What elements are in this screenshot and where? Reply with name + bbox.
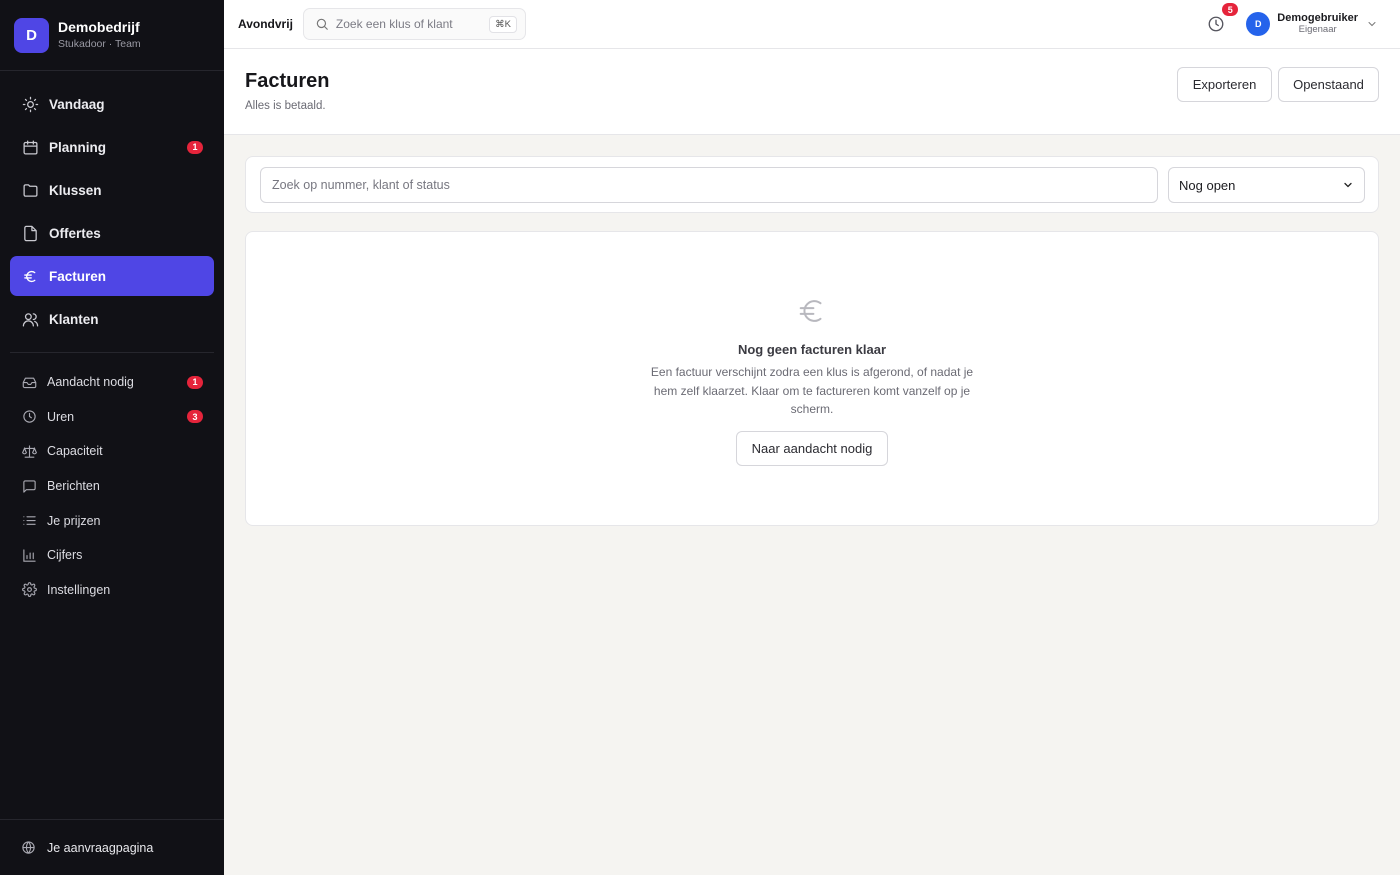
page-subtitle: Alles is betaald. xyxy=(245,100,326,112)
status-select-value: Nog open xyxy=(1179,177,1236,193)
avatar: D xyxy=(1246,12,1271,36)
euro-icon xyxy=(795,294,829,328)
empty-state: Nog geen facturen klaar Een factuur vers… xyxy=(245,231,1379,526)
filter-bar: Nog open xyxy=(245,156,1379,213)
primary-nav: Vandaag Planning 1 Klussen Offertes Fact… xyxy=(10,84,214,342)
sidebar-item-planning[interactable]: Planning 1 xyxy=(10,127,214,167)
sidebar-item-label: Planning xyxy=(49,139,106,155)
status-select[interactable]: Nog open xyxy=(1168,167,1365,203)
gear-icon xyxy=(21,582,37,598)
sidebar: D Demobedrijf Stukadoor · Team Vandaag P… xyxy=(0,0,224,875)
euro-icon xyxy=(21,267,39,285)
sidebar-item-label: Facturen xyxy=(49,268,107,284)
sidebar-item-klanten[interactable]: Klanten xyxy=(10,299,214,339)
sidebar-item-offertes[interactable]: Offertes xyxy=(10,213,214,253)
scale-icon xyxy=(21,443,37,459)
page-title: Facturen xyxy=(245,70,330,92)
sidebar-item-vandaag[interactable]: Vandaag xyxy=(10,84,214,124)
user-menu[interactable]: D Demogebruiker Eigenaar xyxy=(1246,12,1378,36)
empty-state-description: Een factuur verschijnt zodra een klus is… xyxy=(650,365,974,416)
openstaand-button[interactable]: Openstaand xyxy=(1278,67,1379,102)
sidebar-item-label: Klussen xyxy=(49,182,102,198)
brand-switcher[interactable]: D Demobedrijf Stukadoor · Team xyxy=(0,0,224,71)
sidebar-item-label: Je prijzen xyxy=(47,513,101,528)
clock-icon xyxy=(21,409,37,425)
calendar-icon xyxy=(21,138,39,156)
user-role: Eigenaar xyxy=(1298,24,1337,35)
chevron-down-icon xyxy=(1342,179,1354,191)
sidebar-item-je-prijzen[interactable]: Je prijzen xyxy=(10,503,214,538)
invoice-search-input[interactable] xyxy=(260,167,1158,203)
brand-subtitle: Stukadoor · Team xyxy=(58,38,141,50)
page-header: Facturen Alles is betaald. Exporteren Op… xyxy=(224,49,1400,135)
notification-badge: 5 xyxy=(1222,3,1239,16)
brand-name: Demobedrijf xyxy=(58,19,140,35)
global-search[interactable]: Zoek een klus of klant ⌘K xyxy=(302,8,526,40)
empty-state-title: Nog geen facturen klaar xyxy=(737,342,887,357)
sidebar-item-label: Vandaag xyxy=(49,96,105,112)
clock-icon xyxy=(1207,15,1225,33)
sidebar-item-cijfers[interactable]: Cijfers xyxy=(10,538,214,573)
user-name: Demogebruiker xyxy=(1277,12,1358,24)
sidebar-item-label: Aandacht nodig xyxy=(47,375,134,390)
sidebar-item-label: Uren xyxy=(47,409,75,424)
folder-icon xyxy=(21,181,39,199)
secondary-nav: Aandacht nodig 1 Uren 3 Capaciteit Beric… xyxy=(10,365,214,607)
sidebar-item-aandacht-nodig[interactable]: Aandacht nodig 1 xyxy=(10,365,214,400)
topbar: Avondvrij Zoek een klus of klant ⌘K 5 D … xyxy=(224,0,1400,49)
users-icon xyxy=(21,310,39,328)
timer-button[interactable]: 5 xyxy=(1205,3,1239,35)
bar-chart-icon xyxy=(21,547,37,563)
sidebar-item-label: Capaciteit xyxy=(47,444,103,459)
shortcut-hint: ⌘K xyxy=(489,15,517,33)
sun-icon xyxy=(21,95,39,113)
goto-aandacht-nodig-button[interactable]: Naar aandacht nodig xyxy=(736,431,888,466)
list-icon xyxy=(21,513,37,529)
sidebar-item-klussen[interactable]: Klussen xyxy=(10,170,214,210)
search-icon xyxy=(315,17,329,31)
sidebar-item-label: Offertes xyxy=(49,225,101,241)
sidebar-item-aanvraagpagina[interactable]: Je aanvraagpagina xyxy=(0,819,224,875)
sidebar-footer-label: Je aanvraagpagina xyxy=(47,840,154,855)
brand-avatar: D xyxy=(14,17,49,53)
globe-icon xyxy=(21,840,37,856)
sidebar-item-label: Klanten xyxy=(49,311,99,327)
message-icon xyxy=(21,478,37,494)
search-placeholder: Zoek een klus of klant xyxy=(335,17,453,31)
planning-badge: 1 xyxy=(187,140,203,154)
sidebar-item-instellingen[interactable]: Instellingen xyxy=(10,573,214,608)
sidebar-item-uren[interactable]: Uren 3 xyxy=(10,400,214,435)
sidebar-item-capaciteit[interactable]: Capaciteit xyxy=(10,434,214,469)
export-button[interactable]: Exporteren xyxy=(1177,67,1272,102)
uren-badge: 3 xyxy=(187,410,203,424)
inbox-icon xyxy=(21,374,37,390)
sidebar-item-berichten[interactable]: Berichten xyxy=(10,469,214,504)
file-icon xyxy=(21,224,39,242)
app-name: Avondvrij xyxy=(238,17,293,31)
aandacht-badge: 1 xyxy=(187,375,203,389)
sidebar-item-label: Cijfers xyxy=(47,548,83,563)
sidebar-item-facturen[interactable]: Facturen xyxy=(10,256,214,296)
sidebar-item-label: Instellingen xyxy=(47,582,111,597)
nav-divider xyxy=(10,352,214,353)
sidebar-item-label: Berichten xyxy=(47,479,100,494)
chevron-down-icon xyxy=(1366,18,1378,30)
